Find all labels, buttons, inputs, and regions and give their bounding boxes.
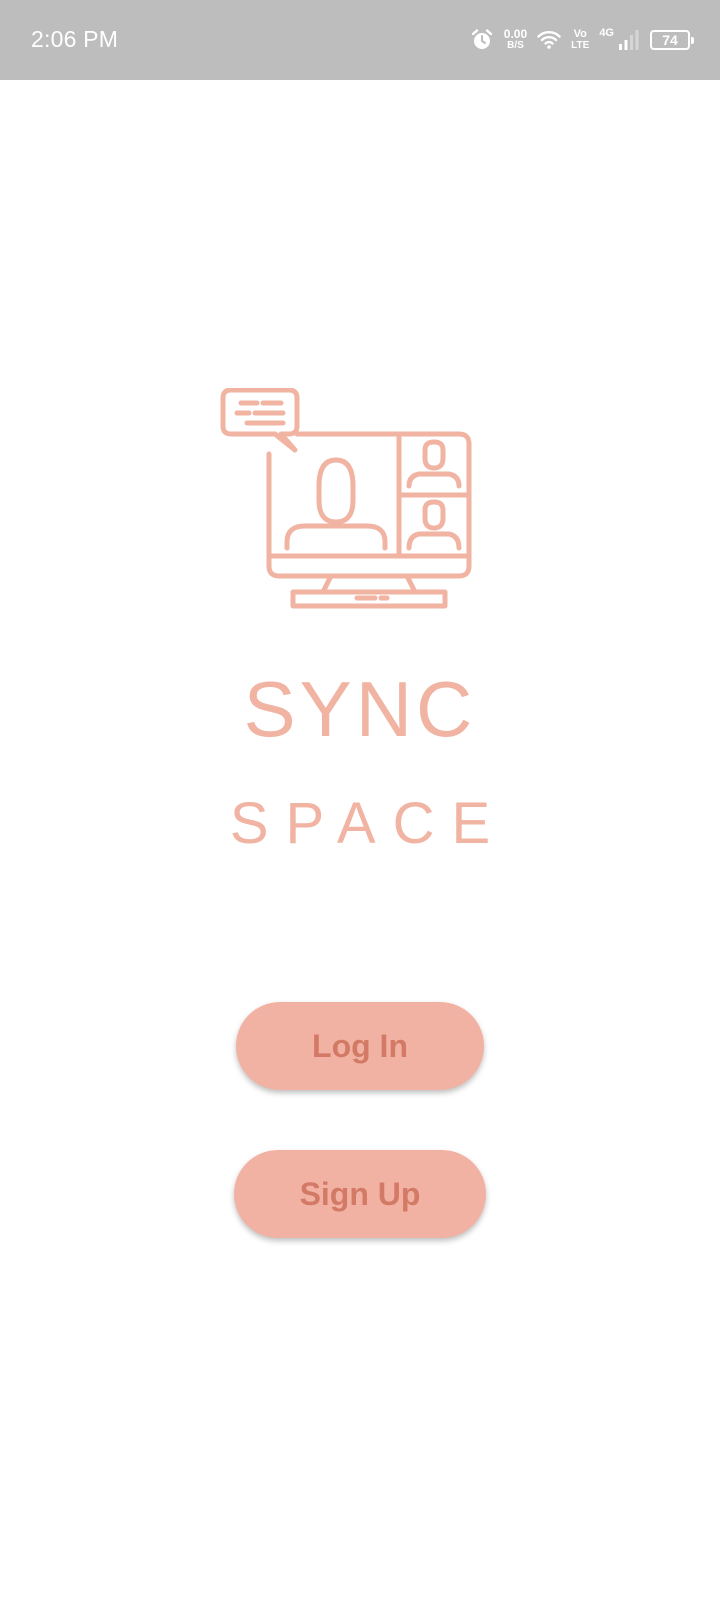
volte-bottom: LTE (571, 40, 590, 51)
app-title-sync: SYNC (243, 665, 477, 753)
net-speed: 0.00 B/S (503, 27, 528, 51)
battery-icon: 74 (650, 30, 694, 50)
network-type: 4G (599, 27, 614, 39)
wifi-icon (537, 30, 561, 50)
battery-level: 74 (662, 32, 678, 48)
signup-button[interactable]: Sign Up (234, 1150, 486, 1238)
volte-indicator: Vo LTE (571, 28, 590, 52)
status-bar: 2:06 PM 0.00 B/S Vo LTE 4G 74 (0, 0, 720, 80)
app-title-space: SPACE (229, 791, 508, 856)
alarm-icon (470, 28, 494, 52)
status-icons: 0.00 B/S Vo LTE 4G 74 (470, 24, 694, 56)
login-button[interactable]: Log In (236, 1002, 484, 1090)
net-speed-value: 0.00 (503, 27, 528, 41)
signal-icon (618, 29, 640, 51)
video-conference-monitor-icon (219, 387, 481, 622)
volte-top: Vo (573, 28, 587, 40)
status-time: 2:06 PM (31, 26, 119, 52)
net-speed-unit: B/S (507, 40, 524, 51)
